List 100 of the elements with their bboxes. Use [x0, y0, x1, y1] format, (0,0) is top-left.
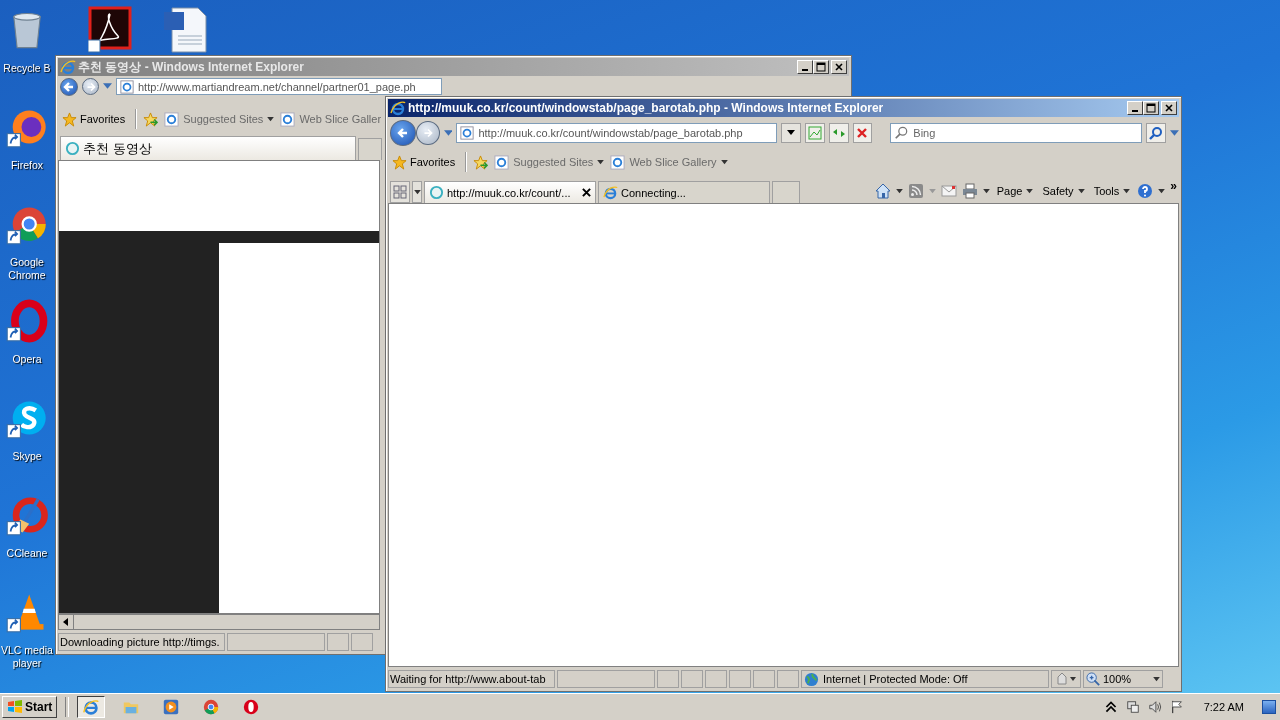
command-menu[interactable]: Page: [994, 185, 1036, 197]
zoom-icon: [1086, 671, 1101, 687]
page-icon: [280, 111, 296, 127]
grid-icon: [393, 185, 407, 199]
caret-icon[interactable]: [982, 188, 990, 194]
search-icon: [894, 126, 909, 140]
status-pane: [705, 670, 727, 688]
forward-button[interactable]: [82, 78, 99, 95]
caret-icon: [786, 130, 795, 136]
browser-logo-icon: [603, 185, 618, 200]
mail-icon[interactable]: [940, 183, 957, 199]
protected-mode-icon[interactable]: [1051, 670, 1081, 688]
show-desktop-button[interactable]: [1262, 700, 1276, 714]
page-icon: [164, 111, 180, 127]
address-field[interactable]: http://www.martiandream.net/channel/partner01_page.ph: [116, 78, 442, 95]
icon-label: Recycle B: [2, 62, 52, 75]
search-field[interactable]: Bing: [890, 123, 1143, 143]
close-icon: [1164, 103, 1174, 113]
flag-icon[interactable]: [1169, 699, 1184, 715]
caret-icon: [1026, 188, 1034, 194]
status-pane: [327, 633, 349, 651]
favorites-link[interactable]: Web Slice Gallery: [610, 154, 728, 170]
browser-tab[interactable]: 추천 동영상: [60, 136, 356, 160]
browser-tab[interactable]: http://muuk.co.kr/count/...: [424, 181, 596, 203]
clock: 7:22 AM: [1203, 701, 1244, 713]
back-button[interactable]: [390, 120, 416, 146]
favorites-button[interactable]: Favorites: [392, 154, 460, 170]
loading-icon: [429, 185, 444, 200]
icon-label: Opera: [11, 353, 43, 366]
page-icon: [120, 79, 134, 94]
window-title: 추천 동영상 - Windows Internet Explorer: [78, 58, 305, 76]
status-pane: [657, 670, 679, 688]
minimize-button[interactable]: [1127, 101, 1143, 115]
command-menu[interactable]: Tools: [1091, 185, 1133, 197]
chart-icon: [807, 126, 822, 140]
icon-label: VLC media player: [0, 644, 54, 670]
close-icon: [834, 62, 844, 72]
app-shortcut-icon[interactable]: [5, 299, 49, 343]
browser-logo-icon: [390, 100, 406, 116]
caret-icon[interactable]: [1158, 188, 1166, 194]
status-text: Waiting for http://www.about-tab: [388, 670, 555, 688]
status-text: Downloading picture http://timgs.: [58, 633, 225, 651]
network-icon[interactable]: [1125, 699, 1140, 715]
browser-tab[interactable]: Connecting...: [598, 181, 770, 203]
favorites-link[interactable]: Web Slice Galler: [280, 111, 382, 127]
document-icon[interactable]: [162, 6, 210, 54]
close-button[interactable]: [1161, 101, 1177, 115]
caret-icon: [1153, 676, 1160, 682]
more-commands-button[interactable]: »: [1170, 179, 1177, 193]
caret-icon: [1123, 188, 1131, 194]
refresh-icon: [831, 126, 846, 140]
caret-icon: [413, 189, 421, 195]
browser-icon: [202, 698, 221, 716]
taskbar-app-button[interactable]: [77, 696, 106, 718]
star-icon: [62, 111, 77, 127]
add-favorite-icon[interactable]: [143, 111, 159, 127]
windows-logo-icon: [7, 699, 23, 715]
refresh-button[interactable]: [828, 123, 849, 143]
status-pane: [753, 670, 775, 688]
icon-label: Firefox: [9, 159, 45, 172]
command-menu[interactable]: Safety: [1040, 185, 1087, 197]
home-icon[interactable]: [874, 183, 891, 199]
search-button[interactable]: [1146, 123, 1167, 143]
volume-icon[interactable]: [1147, 699, 1162, 715]
globe-icon: [804, 671, 819, 687]
security-zone-label: Internet | Protected Mode: Off: [801, 670, 1049, 688]
maximize-button[interactable]: [1143, 101, 1159, 115]
maximize-icon: [1146, 103, 1156, 113]
minimize-icon: [1132, 110, 1138, 112]
dropdown-button[interactable]: [781, 123, 801, 143]
add-favorite-icon[interactable]: [473, 154, 489, 170]
caret-icon[interactable]: [895, 188, 903, 194]
back-button[interactable]: [60, 77, 78, 96]
horizontal-scrollbar[interactable]: [58, 614, 380, 630]
favorites-link[interactable]: Suggested Sites: [494, 154, 605, 170]
close-icon: [855, 126, 870, 140]
status-pane: [681, 670, 703, 688]
favorites-link[interactable]: Suggested Sites: [164, 111, 275, 127]
help-icon[interactable]: [1137, 183, 1154, 199]
maximize-icon: [816, 62, 826, 72]
forward-button[interactable]: [415, 121, 440, 145]
minimize-icon: [802, 69, 808, 71]
start-button[interactable]: Start: [2, 696, 58, 718]
search-icon: [1149, 126, 1164, 140]
page-icon: [494, 154, 510, 170]
tab-list-button[interactable]: [412, 181, 422, 203]
zoom-button[interactable]: 100%: [1083, 670, 1163, 688]
address-field[interactable]: http://muuk.co.kr/count/windowstab/page_barotab.php: [456, 123, 778, 143]
stop-button[interactable]: [852, 123, 873, 143]
close-tab-icon[interactable]: [582, 188, 591, 197]
star-icon: [392, 154, 407, 170]
icon-label: Google Chrome: [7, 256, 47, 282]
window-title: http://muuk.co.kr/count/windowstab/page_barotab.php - Windows Internet Explorer: [408, 101, 885, 115]
page-icon: [610, 154, 626, 170]
favorites-button[interactable]: Favorites: [62, 111, 130, 127]
print-icon[interactable]: [961, 183, 978, 199]
show-hidden-icons-icon[interactable]: [1103, 699, 1118, 715]
browser-icon: [242, 698, 261, 716]
icon-label: Skype: [11, 450, 43, 463]
browser-logo-icon: [60, 59, 76, 75]
